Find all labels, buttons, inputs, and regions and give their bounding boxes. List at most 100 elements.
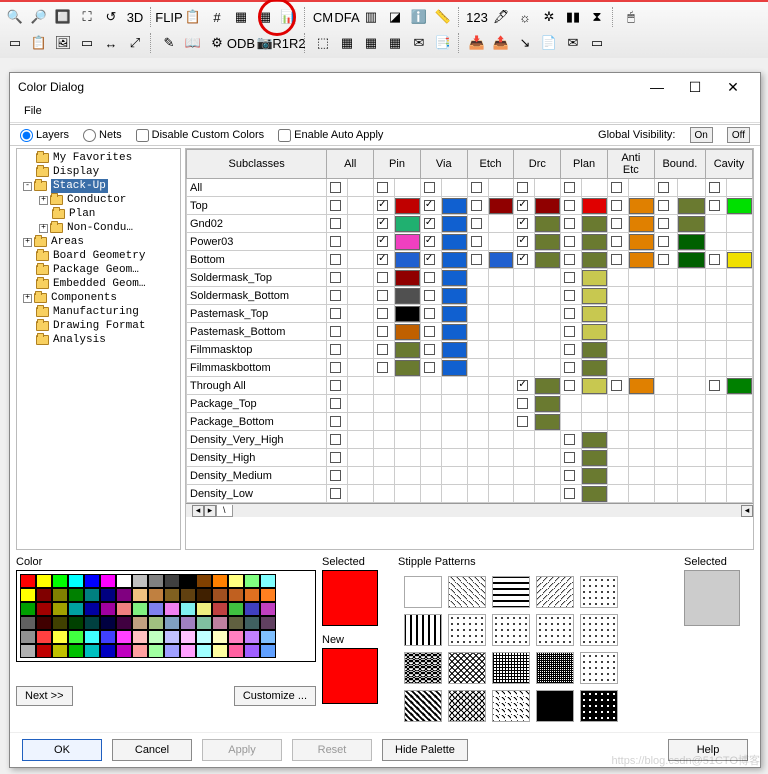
visibility-checkbox[interactable] <box>517 416 528 427</box>
next-button[interactable]: Next >> <box>16 686 73 706</box>
visibility-checkbox[interactable] <box>564 200 575 211</box>
customize-button[interactable]: Customize ... <box>234 686 316 706</box>
palette-swatch[interactable] <box>52 630 68 644</box>
tree-item[interactable]: Drawing Format <box>19 319 178 333</box>
color-swatch[interactable] <box>395 306 420 322</box>
color-swatch[interactable] <box>678 216 705 232</box>
palette-swatch[interactable] <box>84 630 100 644</box>
visibility-checkbox[interactable] <box>330 434 341 445</box>
color-swatch[interactable] <box>395 198 420 214</box>
palette-swatch[interactable] <box>260 616 276 630</box>
visibility-checkbox[interactable] <box>517 218 528 229</box>
palette-swatch[interactable] <box>36 602 52 616</box>
visibility-checkbox[interactable] <box>517 236 528 247</box>
palette-swatch[interactable] <box>180 630 196 644</box>
color-swatch[interactable] <box>582 432 607 448</box>
palette-swatch[interactable] <box>164 602 180 616</box>
toolbar-button[interactable]: ↔ <box>100 32 122 54</box>
color-swatch[interactable] <box>582 360 607 376</box>
color-swatch[interactable] <box>395 216 420 232</box>
visibility-checkbox[interactable] <box>377 326 388 337</box>
visibility-checkbox[interactable] <box>564 344 575 355</box>
palette-swatch[interactable] <box>180 588 196 602</box>
visibility-checkbox[interactable] <box>611 236 622 247</box>
palette-swatch[interactable] <box>212 630 228 644</box>
color-swatch[interactable] <box>442 324 467 340</box>
tree-item[interactable]: -Stack-Up <box>19 179 178 193</box>
toolbar-button[interactable]: ▮▮ <box>562 6 584 28</box>
toolbar-button[interactable]: ✉ <box>562 32 584 54</box>
palette-swatch[interactable] <box>212 616 228 630</box>
color-swatch[interactable] <box>395 252 420 268</box>
stipple-swatch[interactable] <box>404 576 442 608</box>
radio-nets[interactable]: Nets <box>83 129 122 142</box>
palette-swatch[interactable] <box>228 616 244 630</box>
toolbar-button[interactable]: ▥ <box>360 6 382 28</box>
visibility-checkbox[interactable] <box>564 434 575 445</box>
visibility-checkbox[interactable] <box>517 182 528 193</box>
palette-swatch[interactable] <box>132 574 148 588</box>
toolbar-button[interactable]: 📥 <box>466 32 488 54</box>
visibility-checkbox[interactable] <box>424 254 435 265</box>
color-swatch[interactable] <box>535 414 560 430</box>
visibility-checkbox[interactable] <box>424 362 435 373</box>
toolbar-button[interactable]: ☼ <box>514 6 536 28</box>
color-swatch[interactable] <box>727 378 752 394</box>
visibility-checkbox[interactable] <box>471 254 482 265</box>
tree-item[interactable]: Board Geometry <box>19 249 178 263</box>
color-swatch[interactable] <box>535 378 560 394</box>
palette-swatch[interactable] <box>212 602 228 616</box>
palette-swatch[interactable] <box>36 574 52 588</box>
visibility-checkbox[interactable] <box>564 254 575 265</box>
color-swatch[interactable] <box>582 270 607 286</box>
toolbar-button[interactable]: ▦ <box>230 6 252 28</box>
visibility-checkbox[interactable] <box>564 470 575 481</box>
visibility-checkbox[interactable] <box>377 344 388 355</box>
tree-item[interactable]: Package Geom… <box>19 263 178 277</box>
visibility-checkbox[interactable] <box>330 470 341 481</box>
stipple-swatch[interactable] <box>536 652 574 684</box>
toolbar-button[interactable]: 📏 <box>432 6 454 28</box>
stipple-swatch[interactable] <box>404 652 442 684</box>
color-swatch[interactable] <box>442 288 467 304</box>
color-swatch[interactable] <box>395 288 420 304</box>
palette-swatch[interactable] <box>180 602 196 616</box>
color-swatch[interactable] <box>727 252 752 268</box>
stipple-swatch[interactable] <box>536 576 574 608</box>
color-swatch[interactable] <box>582 306 607 322</box>
toolbar-button[interactable]: 📄 <box>538 32 560 54</box>
palette-swatch[interactable] <box>148 644 164 658</box>
tree-item[interactable]: Manufacturing <box>19 305 178 319</box>
visibility-checkbox[interactable] <box>709 200 720 211</box>
palette-swatch[interactable] <box>196 630 212 644</box>
visibility-checkbox[interactable] <box>424 218 435 229</box>
toolbar-button[interactable]: ▦ <box>384 32 406 54</box>
palette-swatch[interactable] <box>148 574 164 588</box>
stipple-swatch[interactable] <box>448 614 486 646</box>
stipple-swatch[interactable] <box>404 614 442 646</box>
cancel-button[interactable]: Cancel <box>112 739 192 761</box>
palette-swatch[interactable] <box>20 602 36 616</box>
palette-swatch[interactable] <box>84 616 100 630</box>
palette-swatch[interactable] <box>116 616 132 630</box>
visibility-checkbox[interactable] <box>471 218 482 229</box>
palette-swatch[interactable] <box>36 630 52 644</box>
tree-item[interactable]: +Components <box>19 291 178 305</box>
color-palette[interactable] <box>20 574 312 658</box>
color-swatch[interactable] <box>535 234 560 250</box>
visibility-checkbox[interactable] <box>564 272 575 283</box>
palette-swatch[interactable] <box>84 644 100 658</box>
color-swatch[interactable] <box>582 234 607 250</box>
stipple-swatch[interactable] <box>448 652 486 684</box>
visibility-on-button[interactable]: On <box>690 127 713 143</box>
palette-swatch[interactable] <box>212 644 228 658</box>
toolbar-button[interactable]: ⚙ <box>206 32 228 54</box>
color-swatch[interactable] <box>629 234 654 250</box>
maximize-icon[interactable]: ☐ <box>676 76 714 98</box>
palette-swatch[interactable] <box>100 574 116 588</box>
palette-swatch[interactable] <box>196 616 212 630</box>
visibility-checkbox[interactable] <box>377 272 388 283</box>
visibility-checkbox[interactable] <box>377 290 388 301</box>
palette-swatch[interactable] <box>164 616 180 630</box>
toolbar-button[interactable]: ▦ <box>336 32 358 54</box>
